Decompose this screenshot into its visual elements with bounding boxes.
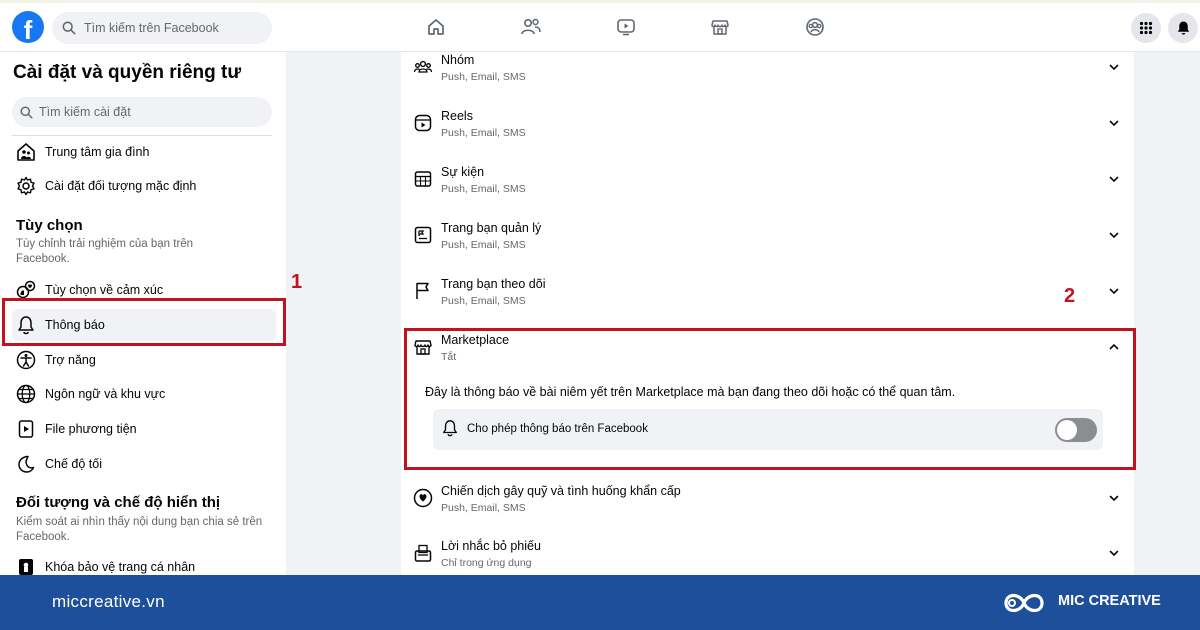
moon-icon xyxy=(15,453,37,475)
notification-row-title: Trang bạn quản lý xyxy=(441,221,542,235)
family-center-icon xyxy=(15,141,37,163)
video-icon[interactable] xyxy=(614,15,638,39)
notification-row-title: Chiến dịch gây quỹ và tình huống khẩn cấ… xyxy=(441,484,681,498)
highlight-box-marketplace xyxy=(404,328,1136,470)
facebook-search-input[interactable]: Tìm kiếm trên Facebook xyxy=(52,12,272,44)
chevron-down-icon[interactable] xyxy=(1107,116,1121,130)
mic-creative-logo-icon xyxy=(1004,593,1044,613)
settings-title: Cài đặt và quyền riêng tư xyxy=(13,62,242,83)
search-icon xyxy=(20,105,33,119)
sidebar-item-label: Khóa bảo vệ trang cá nhân xyxy=(45,560,196,574)
chevron-down-icon[interactable] xyxy=(1107,284,1121,298)
notification-row-subtitle: Push, Email, SMS xyxy=(441,295,526,307)
flag-icon xyxy=(412,280,434,302)
chevron-down-icon[interactable] xyxy=(1107,546,1121,560)
sidebar-item-label: Ngôn ngữ và khu vực xyxy=(45,387,166,401)
chevron-down-icon[interactable] xyxy=(1107,172,1121,186)
sidebar-item-label: Trung tâm gia đình xyxy=(45,145,150,159)
sidebar-item-label: Trợ năng xyxy=(45,353,96,367)
accessibility-icon xyxy=(15,349,37,371)
chevron-down-icon[interactable] xyxy=(1107,60,1121,74)
section-audience-title: Đối tượng và chế độ hiển thị xyxy=(16,494,221,511)
notification-row-managed-pages[interactable]: Trang bạn quản lý Push, Email, SMS xyxy=(401,220,1134,276)
sidebar-item-default-audience[interactable]: Cài đặt đối tượng mặc định xyxy=(12,170,276,202)
notification-row-subtitle: Chỉ trong ứng dụng xyxy=(441,557,532,569)
home-icon[interactable] xyxy=(424,15,448,39)
brand-name: MIC CREATIVE xyxy=(1058,593,1161,609)
notification-row-fundraisers[interactable]: Chiến dịch gây quỹ và tình huống khẩn cấ… xyxy=(401,483,1134,539)
notification-row-title: Sự kiện xyxy=(441,165,485,179)
sidebar-item-label: Cài đặt đối tượng mặc định xyxy=(45,179,197,193)
notification-row-subtitle: Push, Email, SMS xyxy=(441,127,526,139)
top-navigation-bar: f Tìm kiếm trên Facebook xyxy=(0,0,1200,52)
sidebar-item-media-files[interactable]: File phương tiện xyxy=(12,413,276,445)
notification-row-subtitle: Push, Email, SMS xyxy=(441,502,526,514)
media-file-icon xyxy=(15,418,37,440)
calendar-icon xyxy=(412,168,434,190)
notification-row-subtitle: Push, Email, SMS xyxy=(441,71,526,83)
gear-icon xyxy=(15,175,37,197)
globe-icon xyxy=(15,383,37,405)
sidebar-item-label: Chế độ tối xyxy=(45,457,102,471)
fundraiser-icon xyxy=(412,487,434,509)
menu-grid-icon[interactable] xyxy=(1131,13,1161,43)
notification-row-events[interactable]: Sự kiện Push, Email, SMS xyxy=(401,164,1134,220)
section-preferences-description: Tùy chỉnh trải nghiệm của bạn trên Faceb… xyxy=(16,238,194,265)
notification-settings-panel: Nhóm Push, Email, SMS Reels Push, Email,… xyxy=(401,52,1134,575)
section-audience-description: Kiểm soát ai nhìn thấy nội dung bạn chia… xyxy=(16,516,263,543)
notification-row-title: Trang bạn theo dõi xyxy=(441,277,546,291)
annotation-marker-2: 2 xyxy=(1064,285,1076,307)
notification-row-followed-pages[interactable]: Trang bạn theo dõi Push, Email, SMS xyxy=(401,276,1134,332)
sidebar-item-profile-lock[interactable]: Khóa bảo vệ trang cá nhân xyxy=(12,551,276,575)
sidebar-item-family-center[interactable]: Trung tâm gia đình xyxy=(12,136,276,168)
notification-row-reels[interactable]: Reels Push, Email, SMS xyxy=(401,108,1134,164)
profile-lock-icon xyxy=(15,556,37,575)
sidebar-item-dark-mode[interactable]: Chế độ tối xyxy=(12,448,276,480)
sidebar-item-language-region[interactable]: Ngôn ngữ và khu vực xyxy=(12,378,276,410)
chevron-down-icon[interactable] xyxy=(1107,228,1121,242)
annotation-marker-1: 1 xyxy=(291,271,303,293)
search-placeholder: Tìm kiếm trên Facebook xyxy=(84,21,219,35)
notification-row-title: Nhóm xyxy=(441,53,475,67)
groups-icon[interactable] xyxy=(803,15,827,39)
notification-row-groups[interactable]: Nhóm Push, Email, SMS xyxy=(401,52,1134,108)
sidebar-item-accessibility[interactable]: Trợ năng xyxy=(12,344,276,376)
groups-icon xyxy=(412,56,434,78)
notification-row-subtitle: Push, Email, SMS xyxy=(441,239,526,251)
notification-row-voting-reminders[interactable]: Lời nhắc bỏ phiếu Chỉ trong ứng dụng xyxy=(401,538,1134,575)
highlight-box-notifications xyxy=(2,298,286,346)
website-url[interactable]: miccreative.vn xyxy=(52,592,165,612)
managed-pages-icon xyxy=(412,224,434,246)
chevron-down-icon[interactable] xyxy=(1107,491,1121,505)
notification-row-subtitle: Push, Email, SMS xyxy=(441,183,526,195)
brand-footer: miccreative.vn MIC CREATIVE xyxy=(0,575,1200,630)
settings-search-input[interactable]: Tìm kiếm cài đặt xyxy=(12,97,272,127)
sidebar-item-label: File phương tiện xyxy=(45,422,137,436)
friends-icon[interactable] xyxy=(519,15,543,39)
notification-row-title: Lời nhắc bỏ phiếu xyxy=(441,539,541,553)
search-icon xyxy=(62,21,76,35)
notification-row-title: Reels xyxy=(441,109,473,123)
settings-search-placeholder: Tìm kiếm cài đặt xyxy=(39,105,131,119)
notifications-bell-icon[interactable] xyxy=(1168,13,1198,43)
facebook-logo[interactable]: f xyxy=(12,11,44,43)
reels-icon xyxy=(412,112,434,134)
sidebar-item-label: Tùy chọn về cảm xúc xyxy=(45,283,164,297)
ballot-box-icon xyxy=(412,542,434,564)
marketplace-icon[interactable] xyxy=(708,15,732,39)
section-preferences-title: Tùy chọn xyxy=(16,217,83,234)
